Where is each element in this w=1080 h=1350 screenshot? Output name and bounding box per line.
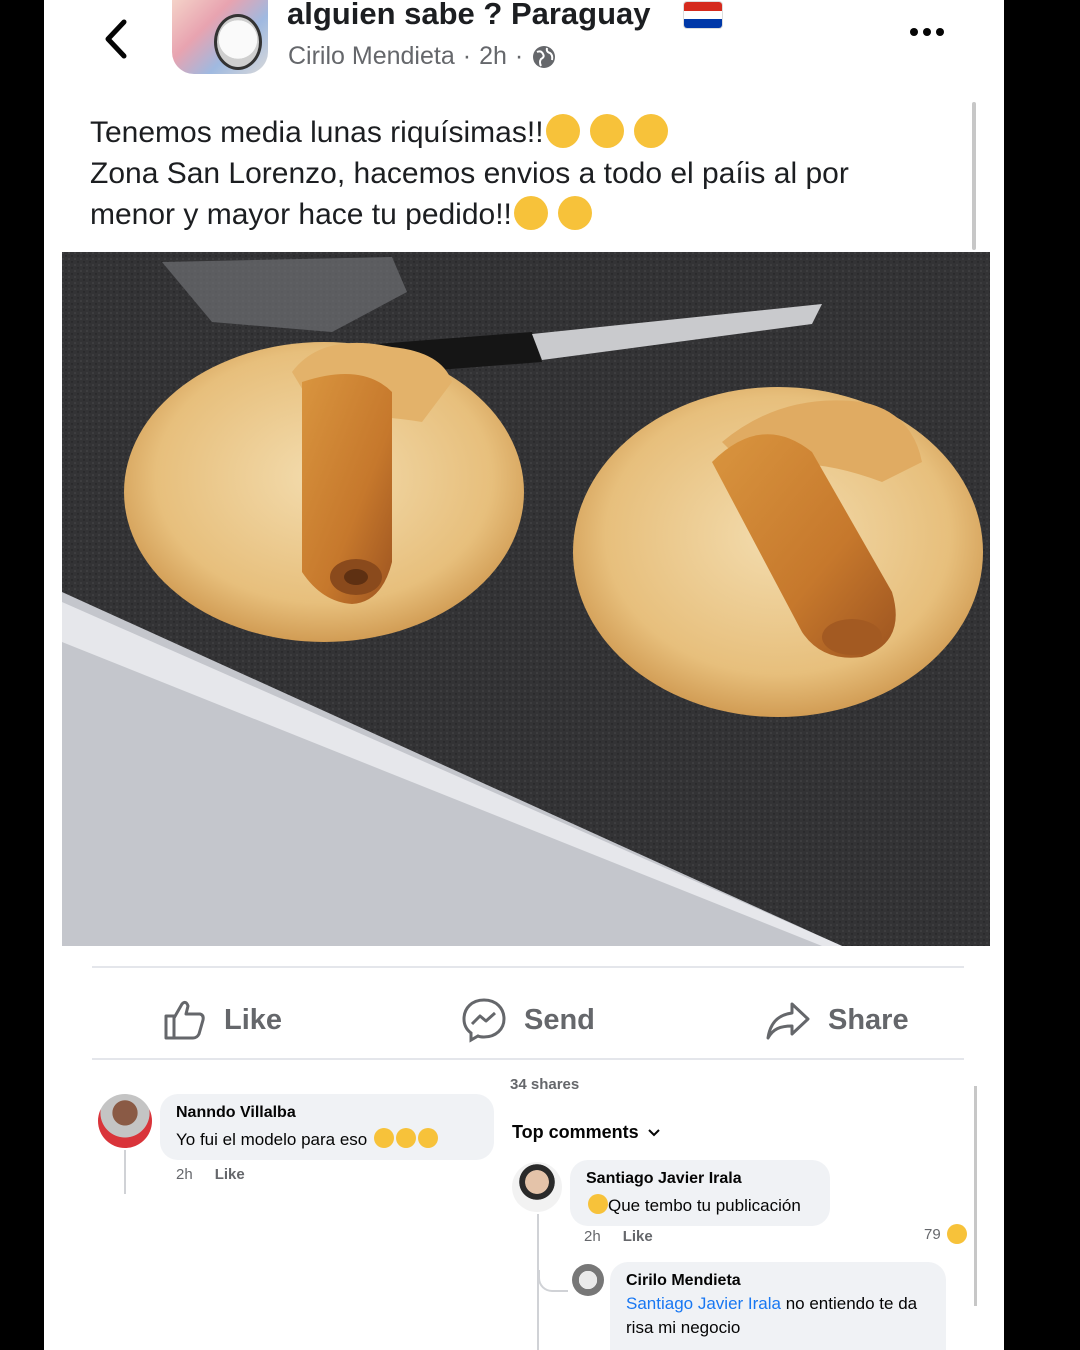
share-arrow-icon	[766, 1002, 810, 1040]
laughing-emoji-icon	[946, 1224, 967, 1244]
comment-time: 2h	[176, 1166, 193, 1183]
divider	[92, 1058, 964, 1060]
grin-sweat-emoji-icon	[588, 1194, 608, 1214]
group-avatar[interactable]	[172, 0, 268, 74]
comment-like-button[interactable]: Like	[623, 1228, 653, 1245]
shares-count[interactable]: 34 shares	[510, 1076, 579, 1093]
post-meta: Cirilo Mendieta · 2h ·	[288, 42, 557, 71]
replier-name[interactable]: Cirilo Mendieta	[626, 1272, 930, 1290]
commenter-avatar[interactable]	[98, 1094, 152, 1148]
paraguay-flag-icon	[684, 2, 722, 28]
comment-text: Que tembo tu publicación	[586, 1194, 814, 1216]
comment-text: Yo fui el modelo para eso	[176, 1128, 478, 1150]
relieved-emoji-icon	[513, 196, 548, 230]
author-name[interactable]: Cirilo Mendieta	[288, 42, 455, 71]
sleepy-emoji-icon	[417, 1128, 438, 1148]
reaction-count[interactable]: 79	[924, 1224, 967, 1244]
thumbs-up-icon	[164, 1000, 205, 1040]
commenter-name[interactable]: Nanndo Villalba	[176, 1104, 478, 1122]
dog-photo	[214, 14, 262, 70]
post-time[interactable]: 2h	[479, 42, 507, 71]
comment-meta: 2h Like	[584, 1228, 653, 1245]
reply-connector	[538, 1270, 568, 1292]
scrollbar[interactable]	[974, 1086, 977, 1306]
comment-bubble: Nanndo Villalba Yo fui el modelo para es…	[160, 1094, 494, 1160]
back-arrow-icon[interactable]	[98, 14, 138, 64]
messenger-icon	[462, 998, 506, 1043]
comment-sort-dropdown[interactable]: Top comments	[512, 1122, 661, 1143]
send-label: Send	[524, 1003, 595, 1036]
divider	[92, 966, 964, 968]
post-text: Tenemos media lunas riquísimas!! Zona Sa…	[90, 114, 849, 231]
bread-rolls-image	[62, 252, 990, 946]
group-name[interactable]: alguien sabe ? Paraguay	[287, 0, 651, 32]
heart-eyes-emoji-icon	[589, 114, 624, 148]
replier-avatar[interactable]	[572, 1264, 604, 1296]
monkey-emoji-icon	[373, 1128, 394, 1148]
commenter-name[interactable]: Santiago Javier Irala	[586, 1170, 814, 1188]
comment-bubble: Santiago Javier Irala Que tembo tu publi…	[570, 1160, 830, 1226]
yum-emoji-icon	[545, 114, 580, 148]
send-button[interactable]: Send	[460, 990, 595, 1050]
relieved-emoji-icon	[558, 196, 593, 230]
heart-eyes-emoji-icon	[634, 114, 669, 148]
thread-line	[124, 1150, 126, 1194]
comment-time: 2h	[584, 1228, 601, 1245]
comment-like-button[interactable]: Like	[215, 1166, 245, 1183]
post-card: alguien sabe ? Paraguay Cirilo Mendieta …	[44, 0, 1004, 1350]
reply-text: Santiago Javier Irala no entiendo te da r…	[626, 1294, 918, 1337]
chevron-down-icon	[647, 1128, 660, 1136]
globe-icon	[533, 45, 556, 68]
like-label: Like	[224, 1003, 283, 1036]
laughing-emoji-icon	[395, 1128, 416, 1148]
share-button[interactable]: Share	[764, 990, 909, 1050]
like-button[interactable]: Like	[160, 990, 282, 1050]
commenter-avatar[interactable]	[512, 1162, 562, 1212]
share-label: Share	[828, 1003, 909, 1036]
reply-bubble: Cirilo Mendieta Santiago Javier Irala no…	[610, 1262, 946, 1350]
mention-link[interactable]: Santiago Javier Irala	[626, 1294, 781, 1313]
more-options-icon[interactable]	[906, 22, 948, 42]
post-photo[interactable]	[62, 252, 990, 946]
comment-meta: 2h Like	[176, 1166, 245, 1183]
scrollbar[interactable]	[972, 102, 976, 250]
